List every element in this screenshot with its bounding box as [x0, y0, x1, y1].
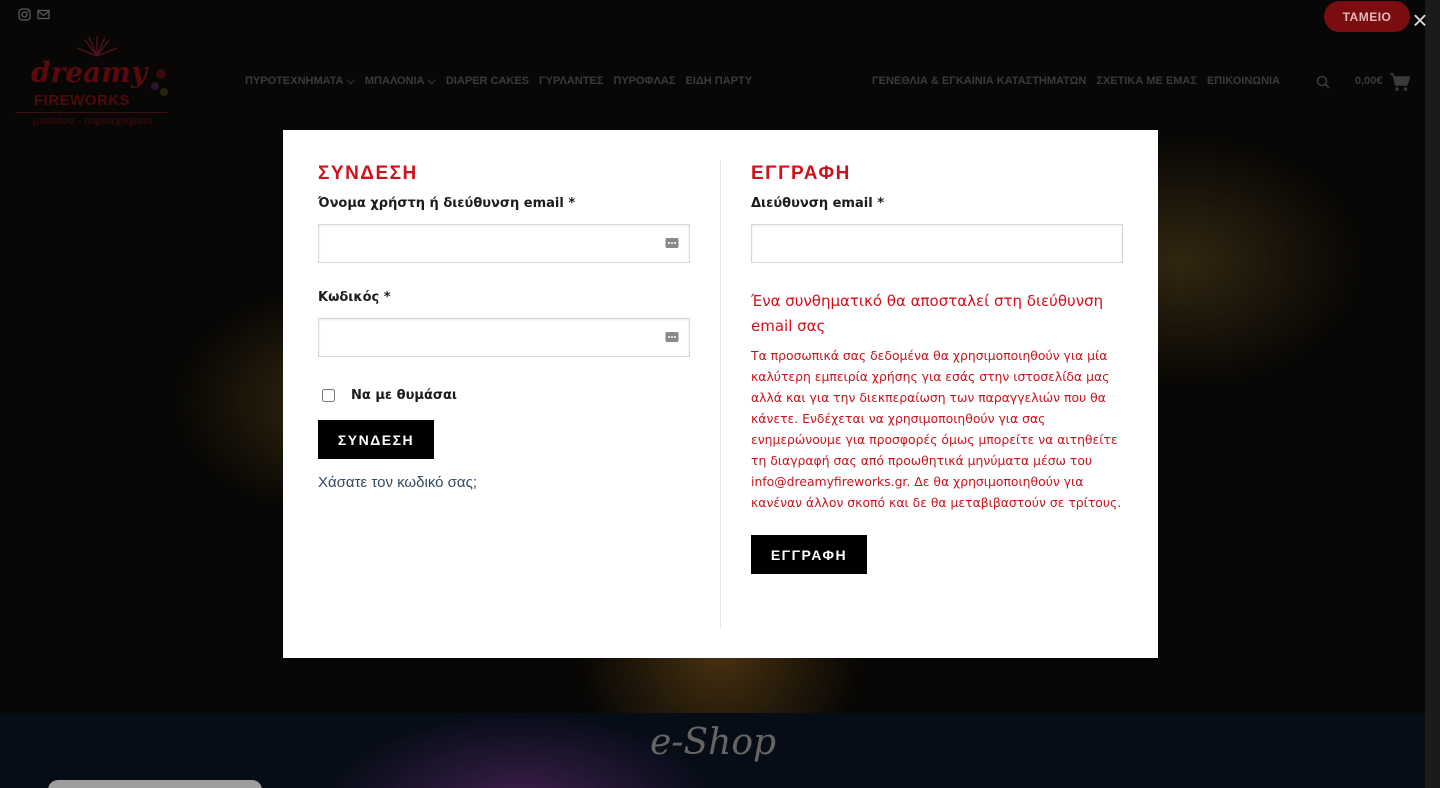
required-mark: *	[568, 196, 576, 211]
checkout-button[interactable]: ΤΑΜΕΙΟ	[1324, 1, 1410, 32]
required-mark: *	[383, 290, 391, 305]
username-label: Όνομα χρήστη ή διεύθυνση email *	[318, 196, 690, 214]
password-input[interactable]	[319, 319, 689, 356]
remember-me[interactable]: Να με θυμάσαι	[318, 387, 690, 403]
password-field-wrapper	[318, 318, 690, 357]
remember-label: Να με θυμάσαι	[351, 387, 457, 403]
username-label-text: Όνομα χρήστη ή διεύθυνση email	[318, 196, 564, 211]
register-title: ΕΓΓΡΑΦΗ	[751, 163, 851, 184]
column-divider	[720, 160, 721, 628]
password-label-text: Κωδικός	[318, 290, 380, 305]
privacy-notice: Τα προσωπικά σας δεδομένα θα χρησιμοποιη…	[751, 348, 1122, 510]
required-mark: *	[877, 196, 885, 211]
account-modal: ΣΥΝΔΕΣΗ Όνομα χρήστη ή διεύθυνση email *…	[283, 130, 1158, 658]
register-button[interactable]: ΕΓΓΡΑΦΗ	[751, 535, 867, 574]
password-manager-icon[interactable]	[665, 330, 679, 344]
login-column: ΣΥΝΔΕΣΗ Όνομα χρήστη ή διεύθυνση email *…	[318, 160, 690, 491]
email-input[interactable]	[752, 225, 1122, 262]
password-manager-icon[interactable]	[665, 236, 679, 250]
login-title: ΣΥΝΔΕΣΗ	[318, 163, 418, 184]
email-label: Διεύθυνση email *	[751, 196, 1123, 214]
lost-password-link[interactable]: Χάσατε τον κωδικό σας;	[318, 474, 690, 491]
password-label: Κωδικός *	[318, 290, 690, 308]
register-column: ΕΓΓΡΑΦΗ Διεύθυνση email * Ένα συνθηματικ…	[751, 160, 1123, 574]
remember-checkbox[interactable]	[322, 388, 335, 402]
password-email-note: Ένα συνθηματικό θα αποσταλεί στη διεύθυν…	[751, 292, 1104, 335]
username-input[interactable]	[319, 225, 689, 262]
email-field-wrapper	[751, 224, 1123, 263]
close-icon[interactable]: ×	[1408, 7, 1432, 33]
email-label-text: Διεύθυνση email	[751, 196, 873, 211]
username-field-wrapper	[318, 224, 690, 263]
login-button[interactable]: ΣΥΝΔΕΣΗ	[318, 420, 434, 459]
